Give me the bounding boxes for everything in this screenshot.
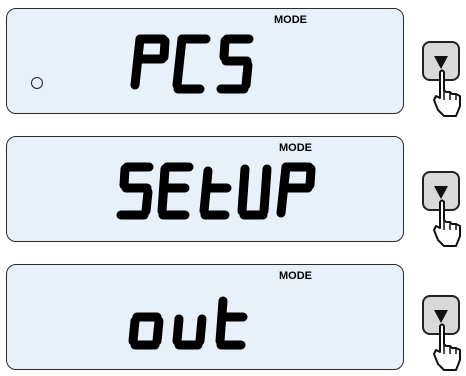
seven-segment-readout [116, 162, 316, 220]
segment-char-S [216, 34, 254, 94]
segment-char-S [116, 162, 154, 220]
segment-char-t [199, 166, 232, 220]
seven-segment-readout [130, 34, 254, 94]
segment-char-C [172, 34, 211, 94]
segment-char-P [130, 34, 170, 90]
down-arrow-press-icon [422, 171, 461, 247]
down-button[interactable] [420, 292, 464, 372]
down-arrow-press-icon [422, 41, 461, 117]
down-button[interactable] [420, 38, 464, 118]
seven-segment-readout [128, 296, 248, 350]
lcd-display-pcs: MODE PCS [6, 8, 404, 114]
segment-char-u [172, 314, 207, 350]
segment-char-U [237, 164, 272, 220]
lcd-display-out: MODE out [6, 264, 404, 370]
segment-char-P [276, 162, 316, 218]
segment-char-o [128, 312, 164, 350]
down-button[interactable] [420, 168, 464, 248]
segment-char-t [215, 296, 248, 350]
lcd-display-setup: MODE SEtUP [6, 136, 404, 242]
segment-char-E [157, 162, 194, 220]
down-arrow-press-icon [422, 295, 461, 371]
